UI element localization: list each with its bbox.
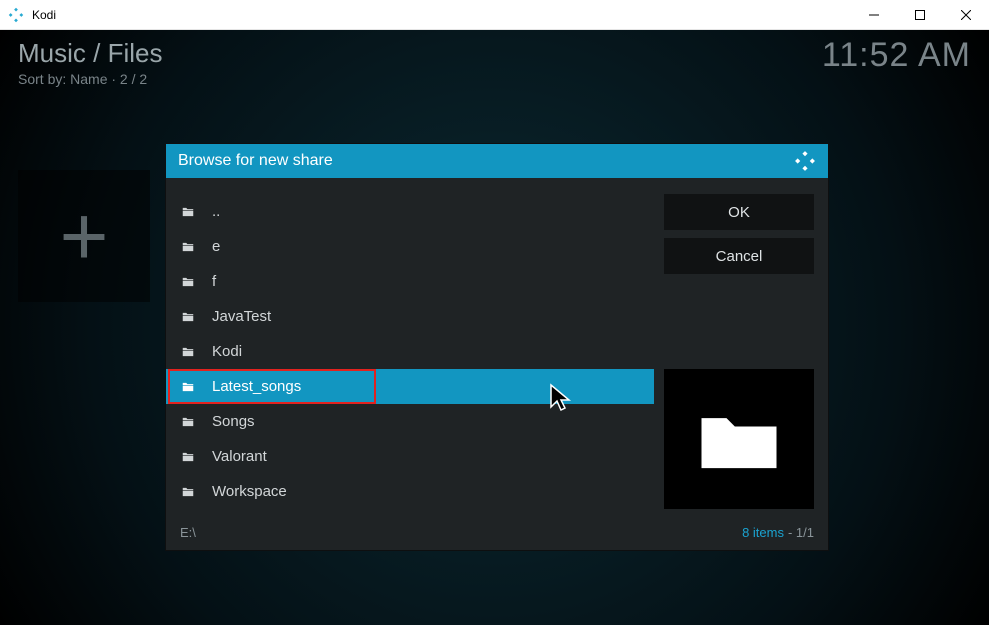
folder-preview (664, 369, 814, 509)
file-item[interactable]: .. (166, 194, 654, 229)
file-item[interactable]: Latest_songs (166, 369, 654, 404)
kodi-logo-icon (794, 150, 816, 172)
close-button[interactable] (943, 0, 989, 30)
file-item[interactable]: Songs (166, 404, 654, 439)
file-item-label: Songs (212, 413, 255, 430)
sort-info: Sort by: Name · 2 / 2 (18, 71, 162, 87)
maximize-button[interactable] (897, 0, 943, 30)
file-item-label: Valorant (212, 448, 267, 465)
window-title: Kodi (32, 8, 851, 22)
file-item[interactable]: e (166, 229, 654, 264)
dialog-header: Browse for new share (166, 144, 828, 178)
kodi-main-surface: Music / Files Sort by: Name · 2 / 2 11:5… (0, 30, 989, 625)
file-item-label: Workspace (212, 483, 287, 500)
file-item[interactable]: JavaTest (166, 299, 654, 334)
dialog-right-pane: OK Cancel (654, 178, 828, 519)
folder-icon (180, 450, 198, 464)
file-item-label: Latest_songs (212, 378, 301, 395)
browse-share-dialog: Browse for new share .. e f JavaTest Kodi Lat… (165, 143, 829, 551)
footer-path: E:\ (180, 525, 742, 540)
minimize-button[interactable] (851, 0, 897, 30)
folder-icon (180, 415, 198, 429)
file-list: .. e f JavaTest Kodi Latest_songs Songs Valoran… (166, 178, 654, 519)
breadcrumb-text: Music / Files (18, 38, 162, 69)
add-source-tile[interactable]: + (18, 170, 150, 302)
clock: 11:52 AM (822, 36, 971, 75)
folder-icon (180, 310, 198, 324)
folder-icon (180, 205, 198, 219)
folder-icon (180, 345, 198, 359)
file-item[interactable]: Valorant (166, 439, 654, 474)
folder-icon (180, 275, 198, 289)
file-item-label: f (212, 273, 216, 290)
folder-icon (180, 380, 198, 394)
file-item-label: e (212, 238, 220, 255)
file-item[interactable]: f (166, 264, 654, 299)
ok-button[interactable]: OK (664, 194, 814, 230)
folder-icon (180, 240, 198, 254)
kodi-app-icon (8, 7, 24, 23)
dialog-footer: E:\ 8 items - 1/1 (166, 519, 828, 550)
file-item[interactable]: Kodi (166, 334, 654, 369)
dialog-title: Browse for new share (178, 152, 794, 170)
cancel-button[interactable]: Cancel (664, 238, 814, 274)
plus-icon: + (59, 194, 108, 278)
file-item[interactable]: Workspace (166, 474, 654, 509)
breadcrumb: Music / Files Sort by: Name · 2 / 2 (18, 38, 162, 87)
file-item-label: Kodi (212, 343, 242, 360)
footer-page: - 1/1 (788, 525, 814, 540)
window-titlebar: Kodi (0, 0, 989, 30)
folder-icon (180, 485, 198, 499)
footer-item-count: 8 items (742, 525, 784, 540)
file-item-label: JavaTest (212, 308, 271, 325)
file-item-label: .. (212, 203, 220, 220)
